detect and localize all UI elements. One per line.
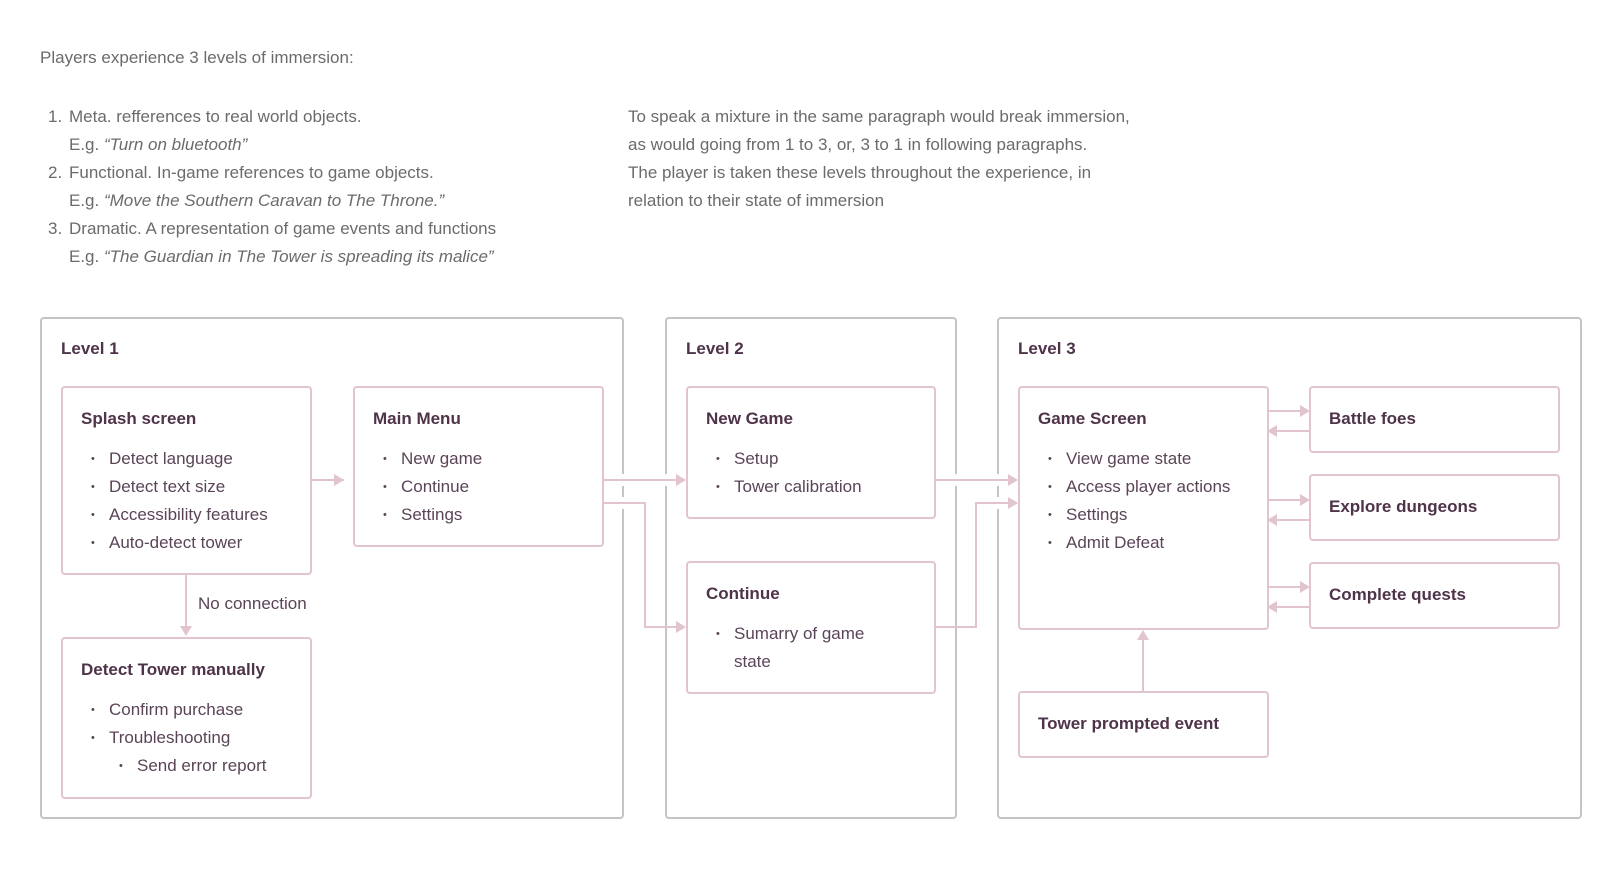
node-item: Settings [1038, 501, 1230, 529]
node-item: Tower calibration [706, 473, 862, 501]
node-item: Access player actions [1038, 473, 1230, 501]
node-new-game[interactable]: New Game Setup Tower calibration [686, 386, 936, 519]
connector-menu-continue [604, 502, 676, 628]
connector-continue-gamescreen [935, 502, 1008, 628]
node-explore-dungeons[interactable]: Explore dungeons [1309, 474, 1560, 541]
node-item-list: Sumarry of game state [706, 620, 886, 676]
node-item: Admit Defeat [1038, 529, 1230, 557]
node-title: Complete quests [1329, 585, 1466, 604]
node-item: Continue [373, 473, 482, 501]
node-item-list: View game state Access player actions Se… [1038, 445, 1230, 557]
arrowhead-icon [180, 626, 192, 636]
node-detect-tower-manually[interactable]: Detect Tower manually Confirm purchase T… [61, 637, 312, 799]
node-main-menu[interactable]: Main Menu New game Continue Settings [353, 386, 604, 547]
node-item: Accessibility features [81, 501, 268, 529]
node-item: Sumarry of game state [706, 620, 886, 676]
node-sub-item: Send error report [81, 752, 266, 780]
node-item-list: Detect language Detect text size Accessi… [81, 445, 268, 557]
node-item: Detect text size [81, 473, 268, 501]
node-splash-screen[interactable]: Splash screen Detect language Detect tex… [61, 386, 312, 575]
node-item: Setup [706, 445, 862, 473]
node-item: New game [373, 445, 482, 473]
node-item: Detect language [81, 445, 268, 473]
node-title: Continue [706, 584, 780, 603]
node-complete-quests[interactable]: Complete quests [1309, 562, 1560, 629]
node-title: Battle foes [1329, 409, 1416, 428]
node-item: Troubleshooting [81, 724, 266, 752]
node-continue[interactable]: Continue Sumarry of game state [686, 561, 936, 694]
node-item-list: Setup Tower calibration [706, 445, 862, 501]
node-title: Splash screen [81, 409, 197, 428]
node-title: Main Menu [373, 409, 461, 428]
node-item: Confirm purchase [81, 696, 266, 724]
node-item: Auto-detect tower [81, 529, 268, 557]
arrowhead-icon [676, 474, 686, 486]
node-title: Detect Tower manually [81, 660, 265, 679]
node-item: View game state [1038, 445, 1230, 473]
node-tower-prompted-event[interactable]: Tower prompted event [1018, 691, 1269, 758]
node-item-list: Confirm purchase Troubleshooting Send er… [81, 696, 266, 780]
node-title: Game Screen [1038, 409, 1147, 428]
node-battle-foes[interactable]: Battle foes [1309, 386, 1560, 453]
node-game-screen[interactable]: Game Screen View game state Access playe… [1018, 386, 1269, 630]
arrowhead-icon [1008, 497, 1018, 509]
arrowhead-icon [1008, 474, 1018, 486]
arrowhead-icon [1137, 630, 1149, 640]
node-title: New Game [706, 409, 793, 428]
node-title: Explore dungeons [1329, 497, 1478, 516]
node-title: Tower prompted event [1038, 714, 1220, 733]
node-item-list: New game Continue Settings [373, 445, 482, 529]
arrowhead-icon [334, 474, 344, 486]
arrowhead-icon [676, 621, 686, 633]
node-item: Settings [373, 501, 482, 529]
